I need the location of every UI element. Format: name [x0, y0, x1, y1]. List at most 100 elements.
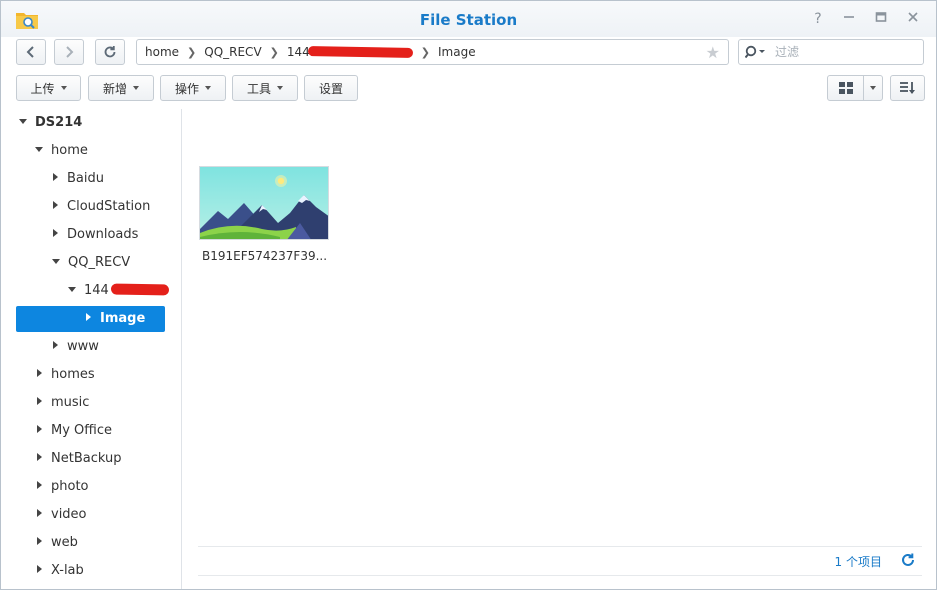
tree-item-photo[interactable]: photo	[37, 474, 89, 500]
collapse-icon[interactable]	[37, 481, 42, 489]
refresh-icon	[104, 46, 116, 58]
chevron-right-icon	[66, 46, 74, 58]
tree-label: music	[51, 395, 90, 410]
tree-label: Downloads	[67, 227, 139, 242]
filter-box[interactable]	[738, 39, 924, 65]
help-icon[interactable]: ?	[810, 11, 826, 27]
divider	[198, 546, 922, 547]
tree-label: Image	[100, 311, 146, 326]
tools-label: 工具	[246, 81, 271, 96]
collapse-icon[interactable]	[37, 509, 42, 517]
item-count: 1 个项目	[834, 555, 882, 569]
create-button[interactable]: 新增	[88, 75, 154, 101]
tree-item-video[interactable]: video	[37, 502, 87, 528]
refresh-button[interactable]	[95, 39, 125, 65]
divider	[198, 575, 922, 576]
maximize-icon[interactable]	[873, 11, 889, 27]
tree-label: homes	[51, 367, 95, 382]
expand-icon[interactable]	[19, 119, 27, 124]
tools-button[interactable]: 工具	[232, 75, 298, 101]
tree-item-downloads[interactable]: Downloads	[53, 222, 138, 248]
collapse-icon[interactable]	[53, 173, 58, 181]
expand-icon[interactable]	[35, 147, 43, 152]
collapse-icon[interactable]	[37, 397, 42, 405]
tree-label: photo	[51, 479, 89, 494]
tree-label: web	[51, 535, 78, 550]
tree-item-home[interactable]: home	[35, 138, 88, 164]
collapse-icon[interactable]	[37, 369, 42, 377]
settings-label: 设置	[318, 81, 343, 96]
action-label: 操作	[174, 81, 199, 96]
breadcrumb-item-144[interactable]: 144	[287, 45, 310, 59]
tree-item-netbackup[interactable]: NetBackup	[37, 446, 121, 472]
settings-button[interactable]: 设置	[304, 75, 358, 101]
collapse-icon[interactable]	[37, 537, 42, 545]
window-title: File Station	[419, 11, 518, 29]
tree-label: DS214	[35, 115, 83, 130]
upload-button[interactable]: 上传	[16, 75, 81, 101]
caret-down-icon	[277, 86, 283, 90]
breadcrumb-item-image[interactable]: Image	[438, 45, 476, 59]
tree-item-my-office[interactable]: My Office	[37, 418, 112, 444]
collapse-icon[interactable]	[37, 425, 42, 433]
collapse-icon[interactable]	[53, 341, 58, 349]
landscape-image-icon	[200, 167, 328, 239]
caret-down-icon	[205, 86, 211, 90]
thumbnail-view-button[interactable]	[827, 75, 864, 101]
create-label: 新增	[102, 81, 127, 96]
back-button[interactable]	[16, 39, 46, 65]
chevron-right-icon: ❯	[420, 45, 430, 59]
refresh-icon[interactable]	[900, 552, 916, 568]
collapse-icon[interactable]	[37, 453, 42, 461]
breadcrumb-item-home[interactable]: home	[145, 45, 179, 59]
tree-label: video	[51, 507, 87, 522]
minimize-icon[interactable]	[841, 11, 857, 27]
redaction-mark	[307, 46, 413, 58]
tree-label: Baidu	[67, 171, 104, 186]
breadcrumb: home ❯ QQ_RECV ❯ 144 ❯ Image ★	[136, 39, 729, 65]
grid-view-icon	[838, 82, 853, 94]
sort-icon	[899, 82, 915, 94]
chevron-right-icon: ❯	[187, 45, 197, 59]
tree-item-homes[interactable]: homes	[37, 362, 95, 388]
folder-tree: DS214 home Baidu CloudStation Downloads …	[1, 109, 182, 589]
file-list-area: B191EF574237F39... 1 个项目	[182, 109, 936, 589]
caret-down-icon	[60, 86, 67, 90]
collapse-icon[interactable]	[86, 313, 91, 321]
file-thumbnail[interactable]	[199, 166, 329, 240]
tree-item-144[interactable]: 144	[68, 278, 170, 304]
tree-label: 144	[84, 283, 109, 298]
upload-label: 上传	[30, 81, 55, 96]
tree-item-baidu[interactable]: Baidu	[53, 166, 104, 192]
tree-item-qq-recv[interactable]: QQ_RECV	[52, 250, 130, 276]
expand-icon[interactable]	[68, 287, 76, 292]
tree-root-ds214[interactable]: DS214	[19, 110, 82, 136]
tree-label: NetBackup	[51, 451, 122, 466]
star-icon[interactable]: ★	[706, 43, 720, 62]
collapse-icon[interactable]	[37, 565, 42, 573]
filter-input[interactable]	[773, 44, 897, 60]
tree-item-www[interactable]: www	[53, 334, 99, 360]
tree-item-music[interactable]: music	[37, 390, 89, 416]
breadcrumb-item-qq-recv[interactable]: QQ_RECV	[204, 45, 261, 59]
search-icon[interactable]	[745, 45, 767, 59]
tree-item-image[interactable]: Image	[16, 306, 165, 332]
tree-item-web[interactable]: web	[37, 530, 78, 556]
chevron-left-icon	[26, 46, 34, 58]
forward-button[interactable]	[54, 39, 84, 65]
title-bar: File Station ?	[1, 1, 936, 37]
action-button[interactable]: 操作	[160, 75, 226, 101]
collapse-icon[interactable]	[53, 229, 58, 237]
sort-button[interactable]	[890, 75, 925, 101]
tree-label: X-lab	[51, 563, 84, 578]
tree-item-x-lab[interactable]: X-lab	[37, 558, 84, 584]
caret-down-icon	[133, 86, 139, 90]
collapse-icon[interactable]	[53, 201, 58, 209]
view-options-dropdown[interactable]	[863, 75, 883, 101]
tree-label: CloudStation	[67, 199, 151, 214]
expand-icon[interactable]	[52, 259, 60, 264]
tree-label: home	[51, 143, 88, 158]
file-name[interactable]: B191EF574237F39...	[202, 249, 327, 263]
tree-item-cloudstation[interactable]: CloudStation	[53, 194, 150, 220]
close-icon[interactable]	[905, 11, 921, 27]
